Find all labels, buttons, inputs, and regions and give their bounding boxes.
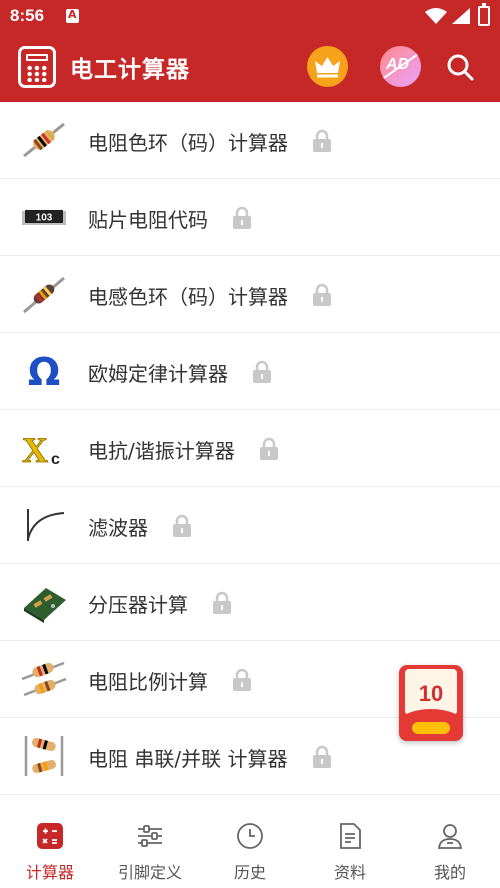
calculator-app-icon (18, 46, 56, 88)
lock-icon (233, 206, 252, 229)
signal-icon (452, 8, 470, 24)
list-item-ohms-law[interactable]: Ω 欧姆定律计算器 (0, 333, 500, 410)
app-title: 电工计算器 (70, 57, 190, 83)
lock-icon (173, 514, 192, 537)
battery-icon (478, 3, 490, 26)
inductor-color-icon (23, 276, 65, 314)
item-label: 电阻比例计算 (88, 670, 208, 694)
lock-icon (312, 745, 331, 768)
crown-icon (315, 57, 340, 78)
tab-label: 我的 (433, 863, 466, 882)
item-label: 电抗/谐振计算器 (88, 439, 235, 463)
item-label: 分压器计算 (88, 593, 188, 617)
item-label: 滤波器 (88, 516, 148, 540)
vip-crown-button[interactable] (307, 46, 348, 87)
tab-label: 历史 (233, 863, 266, 882)
list-item-inductor-color[interactable]: 电感色环（码）计算器 (0, 256, 500, 333)
list-item-voltage-divider[interactable]: 分压器计算 (0, 564, 500, 641)
list-item-smd-resistor[interactable]: 103 贴片电阻代码 (0, 179, 500, 256)
lock-icon (260, 437, 279, 460)
filter-curve-icon (27, 509, 65, 541)
lock-icon (213, 591, 232, 614)
smd-chip-text: 103 (36, 213, 53, 224)
list-item-filter[interactable]: 滤波器 (0, 487, 500, 564)
tab-label: 计算器 (25, 863, 74, 882)
user-icon (437, 824, 463, 849)
list-item-reactance[interactable]: X c 电抗/谐振计算器 (0, 410, 500, 487)
lock-icon (313, 129, 332, 152)
lock-icon (253, 360, 272, 383)
resistor-ratio-icon (21, 661, 67, 697)
bottom-navigation: 计算器 引脚定义 历史 资料 我的 (0, 810, 500, 888)
lock-icon (313, 283, 332, 306)
item-label: 电感色环（码）计算器 (88, 285, 288, 309)
remove-ads-button[interactable]: AD (380, 46, 421, 87)
smd-resistor-icon: 103 (22, 210, 66, 225)
tab-label: 资料 (333, 863, 366, 882)
item-label: 电阻色环（码）计算器 (88, 131, 288, 155)
wifi-icon (425, 8, 447, 24)
resistor-color-icon (23, 122, 65, 158)
status-time: 8:56 (10, 6, 45, 25)
notification-icon (66, 8, 79, 23)
svg-text:c: c (51, 451, 60, 468)
red-packet-promo-button[interactable]: 10 (399, 665, 463, 741)
item-label: 欧姆定律计算器 (88, 362, 228, 386)
tab-resources[interactable]: 资料 (300, 810, 400, 888)
ohm-icon: Ω (28, 350, 60, 394)
red-packet-cta (412, 722, 450, 734)
tab-profile[interactable]: 我的 (400, 810, 500, 888)
tab-label: 引脚定义 (117, 863, 182, 882)
status-bar: 8:56 (0, 0, 500, 32)
item-label: 贴片电阻代码 (88, 208, 208, 232)
ad-icon: AD (386, 56, 410, 73)
tab-calculator[interactable]: 计算器 (0, 810, 100, 888)
voltage-divider-icon (24, 588, 66, 623)
document-icon (340, 823, 361, 849)
search-icon[interactable] (446, 53, 474, 81)
reactance-icon: X c (22, 430, 60, 471)
tab-pin-definition[interactable]: 引脚定义 (100, 810, 200, 888)
app-bar: 电工计算器 AD (0, 32, 500, 102)
list-item-resistor-color[interactable]: 电阻色环（码）计算器 (0, 102, 500, 179)
sliders-icon (138, 825, 162, 847)
svg-text:Ω: Ω (28, 350, 60, 394)
clock-icon (237, 823, 263, 849)
calculator-icon (37, 823, 63, 849)
svg-text:X: X (22, 430, 48, 470)
item-label: 电阻 串联/并联 计算器 (88, 747, 288, 771)
lock-icon (233, 668, 252, 691)
series-parallel-icon (24, 736, 64, 776)
red-packet-amount: 10 (418, 681, 444, 706)
tab-history[interactable]: 历史 (200, 810, 300, 888)
